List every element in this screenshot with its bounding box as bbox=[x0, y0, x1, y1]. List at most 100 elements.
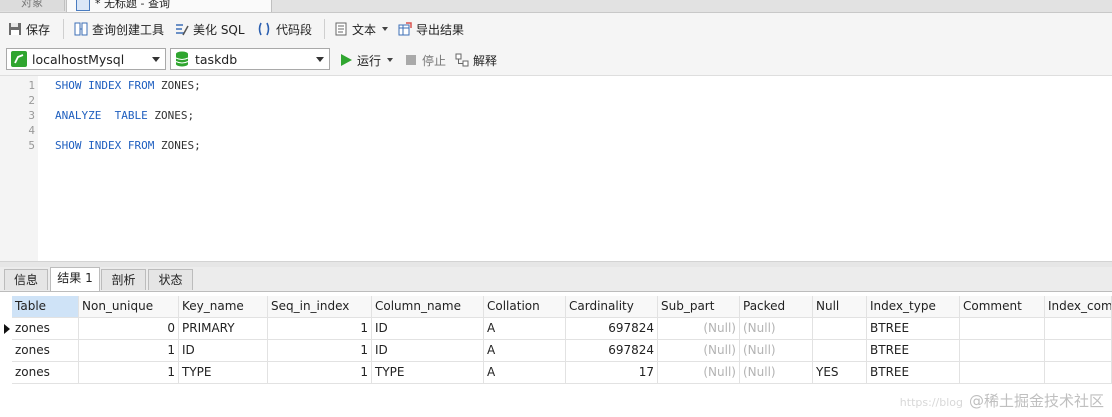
grid-cell[interactable]: 1 bbox=[79, 362, 179, 384]
column-header[interactable]: Cardinality bbox=[566, 296, 658, 318]
query-builder-button[interactable]: 查询创建工具 bbox=[74, 20, 164, 38]
column-header[interactable]: Seq_in_index bbox=[268, 296, 372, 318]
grid-cell[interactable]: 697824 bbox=[566, 318, 658, 340]
text-mode-label: 文本 bbox=[352, 22, 377, 37]
grid-cell[interactable]: (Null) bbox=[658, 340, 740, 362]
database-select[interactable]: taskdb bbox=[170, 48, 330, 70]
grid-cell[interactable]: TYPE bbox=[179, 362, 268, 384]
editor-line: 4 bbox=[0, 123, 1112, 138]
tab-profile[interactable]: 剖析 bbox=[101, 269, 146, 290]
query-builder-icon bbox=[74, 22, 88, 36]
tab-info[interactable]: 信息 bbox=[4, 269, 48, 290]
run-label: 运行 bbox=[357, 53, 382, 68]
column-header[interactable]: Collation bbox=[484, 296, 566, 318]
grid-cell[interactable] bbox=[1045, 318, 1112, 340]
column-header[interactable]: Table bbox=[12, 296, 79, 318]
editor-line: 1 SHOW INDEX FROM ZONES; bbox=[0, 78, 1112, 93]
grid-cell[interactable]: (Null) bbox=[740, 340, 813, 362]
grid-cell[interactable]: zones bbox=[12, 340, 79, 362]
code-text: SHOW INDEX FROM ZONES; bbox=[55, 138, 201, 153]
chevron-down-icon[interactable] bbox=[387, 58, 394, 62]
grid-cell[interactable]: ID bbox=[372, 340, 484, 362]
grid-cell[interactable]: 697824 bbox=[566, 340, 658, 362]
explain-button[interactable]: 解释 bbox=[455, 51, 497, 69]
column-header[interactable]: Sub_part bbox=[658, 296, 740, 318]
grid-cell[interactable]: BTREE bbox=[867, 318, 960, 340]
grid-cell[interactable]: PRIMARY bbox=[179, 318, 268, 340]
column-header[interactable]: Null bbox=[813, 296, 867, 318]
grid-cell[interactable]: BTREE bbox=[867, 362, 960, 384]
grid-cell[interactable]: 0 bbox=[79, 318, 179, 340]
toolbar-separator bbox=[324, 19, 325, 39]
tab-objects[interactable]: 对象 bbox=[0, 0, 65, 11]
grid-cell[interactable] bbox=[960, 318, 1045, 340]
grid-cell[interactable]: 1 bbox=[268, 340, 372, 362]
database-value: taskdb bbox=[195, 51, 238, 67]
grid-cell[interactable]: zones bbox=[12, 318, 79, 340]
table-row[interactable]: zones 1 ID 1 ID A 697824 (Null) (Null) B… bbox=[0, 340, 1112, 362]
chevron-down-icon bbox=[152, 57, 160, 62]
chevron-down-icon[interactable] bbox=[382, 27, 389, 31]
grid-cell[interactable]: (Null) bbox=[740, 362, 813, 384]
grid-cell[interactable] bbox=[960, 340, 1045, 362]
tab-query[interactable]: * 无标题 - 查询 bbox=[66, 0, 272, 12]
query-table-icon bbox=[76, 0, 90, 11]
export-icon bbox=[398, 22, 412, 36]
table-row[interactable]: zones 0 PRIMARY 1 ID A 697824 (Null) (Nu… bbox=[0, 318, 1112, 340]
grid-cell[interactable]: BTREE bbox=[867, 340, 960, 362]
sql-identifier: ZONES; bbox=[154, 139, 201, 152]
watermark-text: @稀土掘金技术社区 bbox=[968, 392, 1104, 410]
grid-cell[interactable]: 1 bbox=[79, 340, 179, 362]
column-header[interactable]: Packed bbox=[740, 296, 813, 318]
beautify-sql-button[interactable]: 美化 SQL bbox=[175, 20, 245, 38]
grid-cell[interactable]: ID bbox=[372, 318, 484, 340]
result-grid[interactable]: Table Non_unique Key_name Seq_in_index C… bbox=[0, 292, 1112, 417]
export-results-label: 导出结果 bbox=[416, 22, 465, 37]
grid-cell[interactable]: zones bbox=[12, 362, 79, 384]
save-button[interactable]: 保存 bbox=[8, 20, 50, 38]
run-button[interactable]: 运行 bbox=[339, 51, 394, 69]
grid-cell[interactable]: 1 bbox=[268, 318, 372, 340]
grid-cell[interactable]: A bbox=[484, 340, 566, 362]
grid-cell[interactable] bbox=[1045, 340, 1112, 362]
grid-cell[interactable]: 1 bbox=[268, 362, 372, 384]
line-number: 3 bbox=[28, 109, 35, 122]
grid-cell[interactable] bbox=[1045, 362, 1112, 384]
grid-cell[interactable]: (Null) bbox=[658, 362, 740, 384]
tab-objects-label: 对象 bbox=[21, 0, 43, 9]
code-snippet-button[interactable]: 代码段 bbox=[256, 20, 312, 38]
grid-cell[interactable]: A bbox=[484, 362, 566, 384]
column-header[interactable]: Non_unique bbox=[79, 296, 179, 318]
export-results-button[interactable]: 导出结果 bbox=[398, 20, 464, 38]
column-header[interactable]: Column_name bbox=[372, 296, 484, 318]
editor-line: 5 SHOW INDEX FROM ZONES; bbox=[0, 138, 1112, 153]
sql-editor[interactable]: 1 SHOW INDEX FROM ZONES; 2 3 ANALYZE TABLE… bbox=[0, 75, 1112, 262]
grid-cell[interactable]: ID bbox=[179, 340, 268, 362]
column-header[interactable]: Index_comm bbox=[1045, 296, 1112, 318]
stop-button[interactable]: 停止 bbox=[404, 51, 446, 69]
column-header[interactable]: Index_type bbox=[867, 296, 960, 318]
connection-select[interactable]: localhostMysql bbox=[6, 48, 166, 70]
tab-status[interactable]: 状态 bbox=[148, 269, 193, 290]
text-mode-button[interactable]: 文本 bbox=[334, 20, 389, 38]
column-header[interactable]: Key_name bbox=[179, 296, 268, 318]
explain-icon bbox=[455, 53, 469, 67]
grid-cell[interactable]: 17 bbox=[566, 362, 658, 384]
grid-cell[interactable]: (Null) bbox=[658, 318, 740, 340]
table-row[interactable]: zones 1 TYPE 1 TYPE A 17 (Null) (Null) Y… bbox=[0, 362, 1112, 384]
grid-cell[interactable] bbox=[960, 362, 1045, 384]
save-label: 保存 bbox=[26, 22, 51, 37]
line-number: 1 bbox=[28, 79, 35, 92]
tab-result-1-label: 结果 1 bbox=[57, 271, 93, 285]
grid-cell[interactable] bbox=[813, 318, 867, 340]
save-icon bbox=[8, 22, 22, 36]
column-header[interactable]: Comment bbox=[960, 296, 1045, 318]
tab-result-1[interactable]: 结果 1 bbox=[50, 267, 100, 291]
grid-cell[interactable]: (Null) bbox=[740, 318, 813, 340]
grid-cell[interactable]: TYPE bbox=[372, 362, 484, 384]
grid-cell[interactable]: A bbox=[484, 318, 566, 340]
grid-cell[interactable]: YES bbox=[813, 362, 867, 384]
beautify-label: 美化 SQL bbox=[193, 22, 245, 37]
code-snippet-label: 代码段 bbox=[276, 22, 313, 37]
grid-cell[interactable] bbox=[813, 340, 867, 362]
